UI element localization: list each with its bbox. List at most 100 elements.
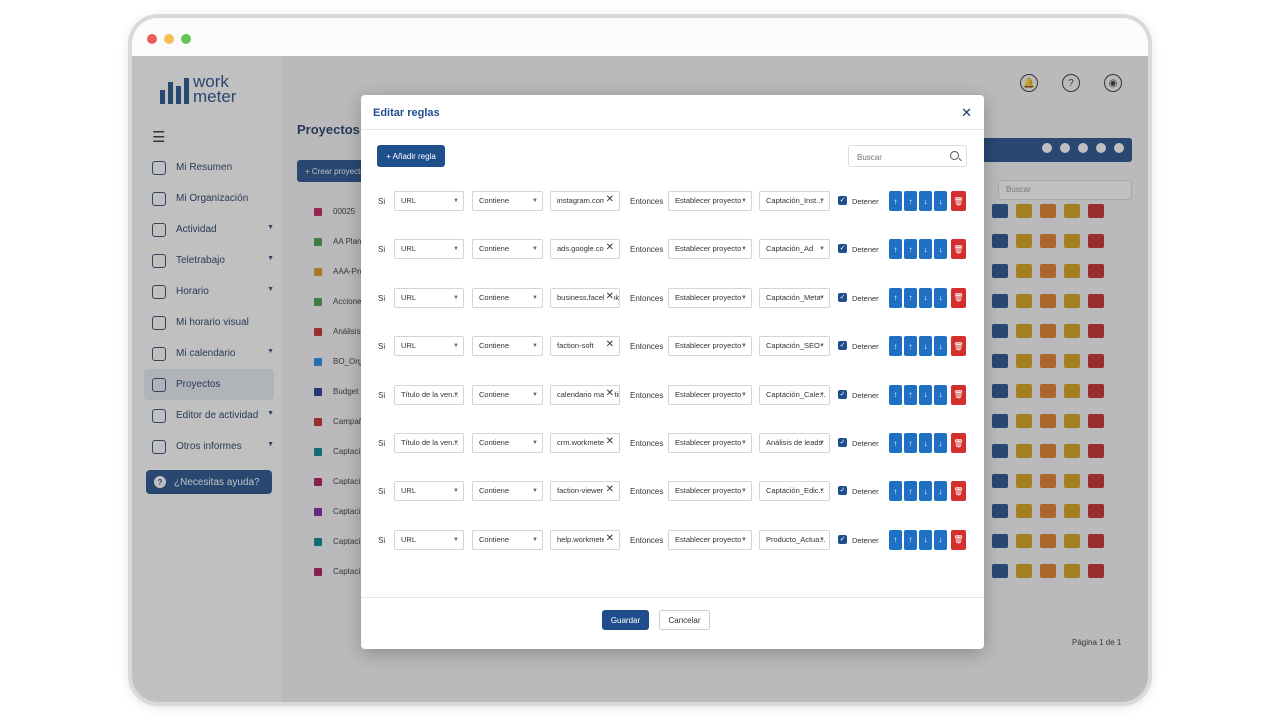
clear-icon[interactable]: ✕ bbox=[603, 385, 614, 403]
move-down-button[interactable]: ↓ bbox=[919, 384, 932, 405]
operator-select[interactable]: Contiene ▼ bbox=[472, 239, 543, 260]
move-down-button[interactable]: ↓ bbox=[919, 481, 932, 502]
clear-icon[interactable]: ✕ bbox=[603, 192, 614, 209]
move-down-button[interactable]: ↓ bbox=[919, 239, 932, 260]
move-bottom-button[interactable]: ↓ bbox=[934, 384, 947, 405]
add-rule-button[interactable]: + Añadir regla bbox=[377, 145, 445, 167]
delete-rule-button[interactable]: 🗑 bbox=[951, 384, 966, 405]
stop-checkbox[interactable]: ✓ bbox=[838, 486, 847, 496]
rule-value-input[interactable]: ads.google.com ✕ bbox=[550, 239, 620, 260]
delete-rule-button[interactable]: 🗑 bbox=[951, 239, 966, 260]
move-up-button[interactable]: ↑ bbox=[904, 239, 917, 260]
field-select[interactable]: Título de la ven... ▼ bbox=[394, 384, 464, 405]
operator-select[interactable]: Contiene ▼ bbox=[472, 287, 543, 308]
action-select[interactable]: Establecer proyecto ▼ bbox=[668, 433, 752, 453]
rule-value-input[interactable]: crm.workmeter ✕ bbox=[550, 433, 620, 453]
clear-icon[interactable]: ✕ bbox=[603, 530, 614, 548]
rule-value-input[interactable]: help.workmeter ✕ bbox=[550, 529, 620, 550]
move-down-button[interactable]: ↓ bbox=[919, 336, 932, 357]
rule-value-input[interactable]: faction-soft ✕ bbox=[550, 336, 620, 357]
move-up-button[interactable]: ↑ bbox=[904, 287, 917, 308]
stop-checkbox[interactable]: ✓ bbox=[838, 292, 847, 302]
operator-select[interactable]: Contiene ▼ bbox=[472, 336, 543, 357]
delete-rule-button[interactable]: 🗑 bbox=[951, 433, 966, 453]
delete-rule-button[interactable]: 🗑 bbox=[951, 336, 966, 357]
move-up-button[interactable]: ↑ bbox=[904, 529, 917, 550]
move-top-button[interactable]: ↑ bbox=[889, 239, 902, 260]
field-select[interactable]: URL ▼ bbox=[394, 191, 464, 211]
move-down-button[interactable]: ↓ bbox=[919, 287, 932, 308]
operator-select[interactable]: Contiene ▼ bbox=[472, 481, 543, 502]
operator-select[interactable]: Contiene ▼ bbox=[472, 529, 543, 550]
delete-rule-button[interactable]: 🗑 bbox=[951, 529, 966, 550]
field-select[interactable]: Título de la ven... ▼ bbox=[394, 433, 464, 453]
move-top-button[interactable]: ↑ bbox=[889, 384, 902, 405]
cancel-button[interactable]: Cancelar bbox=[659, 610, 710, 630]
action-select[interactable]: Establecer proyecto ▼ bbox=[668, 239, 752, 260]
move-top-button[interactable]: ↑ bbox=[889, 336, 902, 357]
action-select[interactable]: Establecer proyecto ▼ bbox=[668, 529, 752, 550]
action-select[interactable]: Establecer proyecto ▼ bbox=[668, 191, 752, 211]
move-up-button[interactable]: ↑ bbox=[904, 481, 917, 502]
move-bottom-button[interactable]: ↓ bbox=[934, 336, 947, 357]
move-bottom-button[interactable]: ↓ bbox=[934, 239, 947, 260]
field-select[interactable]: URL ▼ bbox=[394, 481, 464, 502]
target-project-select[interactable]: Análisis de leads ▼ bbox=[759, 433, 830, 453]
rule-value-input[interactable]: business.facebook.com✕ bbox=[550, 287, 620, 308]
delete-rule-button[interactable]: 🗑 bbox=[951, 287, 966, 308]
field-select[interactable]: URL ▼ bbox=[394, 529, 464, 550]
clear-icon[interactable]: ✕ bbox=[603, 434, 614, 451]
rule-value-input[interactable]: instagram.com ✕ bbox=[550, 191, 620, 211]
close-icon[interactable]: ✕ bbox=[961, 105, 972, 121]
stop-checkbox[interactable]: ✓ bbox=[838, 438, 847, 447]
move-down-button[interactable]: ↓ bbox=[919, 191, 932, 211]
close-window-dot[interactable] bbox=[147, 34, 157, 44]
field-select[interactable]: URL ▼ bbox=[394, 287, 464, 308]
target-project-select[interactable]: Producto_Actua... ▼ bbox=[759, 529, 830, 550]
move-bottom-button[interactable]: ↓ bbox=[934, 481, 947, 502]
operator-select[interactable]: Contiene ▼ bbox=[472, 384, 543, 405]
delete-rule-button[interactable]: 🗑 bbox=[951, 191, 966, 211]
clear-icon[interactable]: ✕ bbox=[603, 288, 614, 306]
target-project-select[interactable]: Captación_Inst... ▼ bbox=[759, 191, 830, 211]
move-bottom-button[interactable]: ↓ bbox=[934, 287, 947, 308]
stop-checkbox[interactable]: ✓ bbox=[838, 534, 847, 544]
rule-search-input[interactable] bbox=[855, 147, 949, 167]
field-select[interactable]: URL ▼ bbox=[394, 239, 464, 260]
move-top-button[interactable]: ↑ bbox=[889, 191, 902, 211]
target-project-select[interactable]: Captación_SEO ▼ bbox=[759, 336, 830, 357]
move-up-button[interactable]: ↑ bbox=[904, 433, 917, 453]
delete-rule-button[interactable]: 🗑 bbox=[951, 481, 966, 502]
target-project-select[interactable]: Captación_Edic... ▼ bbox=[759, 481, 830, 502]
operator-select[interactable]: Contiene ▼ bbox=[472, 191, 543, 211]
operator-select[interactable]: Contiene ▼ bbox=[472, 433, 543, 453]
move-top-button[interactable]: ↑ bbox=[889, 481, 902, 502]
stop-checkbox[interactable]: ✓ bbox=[838, 244, 847, 254]
move-top-button[interactable]: ↑ bbox=[889, 433, 902, 453]
action-select[interactable]: Establecer proyecto ▼ bbox=[668, 384, 752, 405]
action-select[interactable]: Establecer proyecto ▼ bbox=[668, 336, 752, 357]
move-down-button[interactable]: ↓ bbox=[919, 433, 932, 453]
rule-value-input[interactable]: calendario marketing ✕ bbox=[550, 384, 620, 405]
move-up-button[interactable]: ↑ bbox=[904, 336, 917, 357]
move-down-button[interactable]: ↓ bbox=[919, 529, 932, 550]
move-top-button[interactable]: ↑ bbox=[889, 287, 902, 308]
rule-value-input[interactable]: faction-viewer ✕ bbox=[550, 481, 620, 502]
field-select[interactable]: URL ▼ bbox=[394, 336, 464, 357]
action-select[interactable]: Establecer proyecto ▼ bbox=[668, 287, 752, 308]
action-select[interactable]: Establecer proyecto ▼ bbox=[668, 481, 752, 502]
target-project-select[interactable]: Captación_Ad ▼ bbox=[759, 239, 830, 260]
clear-icon[interactable]: ✕ bbox=[603, 337, 614, 355]
move-top-button[interactable]: ↑ bbox=[889, 529, 902, 550]
clear-icon[interactable]: ✕ bbox=[603, 482, 614, 500]
minimize-window-dot[interactable] bbox=[164, 34, 174, 44]
stop-checkbox[interactable]: ✓ bbox=[838, 341, 847, 351]
target-project-select[interactable]: Captación_Cale... ▼ bbox=[759, 384, 830, 405]
stop-checkbox[interactable]: ✓ bbox=[838, 389, 847, 399]
rule-search-field[interactable] bbox=[848, 145, 967, 167]
move-up-button[interactable]: ↑ bbox=[904, 191, 917, 211]
target-project-select[interactable]: Captación_Meta ▼ bbox=[759, 287, 830, 308]
clear-icon[interactable]: ✕ bbox=[603, 240, 614, 258]
maximize-window-dot[interactable] bbox=[181, 34, 191, 44]
move-bottom-button[interactable]: ↓ bbox=[934, 433, 947, 453]
